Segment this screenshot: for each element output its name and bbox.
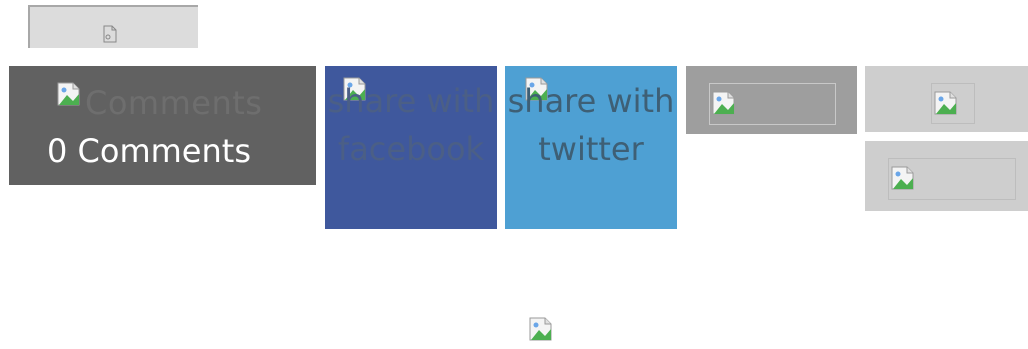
- light-grey-image-button[interactable]: [865, 66, 1028, 132]
- top-image-bar: [28, 5, 198, 48]
- broken-image-icon: [56, 81, 82, 107]
- broken-image-icon: [890, 165, 916, 191]
- image-frame: [931, 83, 975, 124]
- grey-image-button[interactable]: [686, 66, 857, 134]
- broken-image-icon: [528, 316, 554, 342]
- light-grey-image-button[interactable]: [865, 141, 1028, 211]
- share-facebook-button[interactable]: share with facebook: [325, 66, 497, 229]
- facebook-image-alt: share with facebook: [327, 82, 495, 168]
- comments-count[interactable]: 0 Comments: [47, 131, 251, 171]
- comments-image-alt: Comments: [85, 84, 263, 122]
- broken-image-icon: [933, 90, 959, 116]
- page-icon: [103, 25, 117, 43]
- share-twitter-button[interactable]: share with twitter: [505, 66, 677, 229]
- broken-image-icon: [711, 90, 737, 116]
- twitter-image-alt: share with twitter: [507, 82, 675, 168]
- comments-link[interactable]: Comments 0 Comments: [9, 66, 316, 185]
- image-frame: [888, 158, 1016, 200]
- image-frame: [709, 83, 836, 125]
